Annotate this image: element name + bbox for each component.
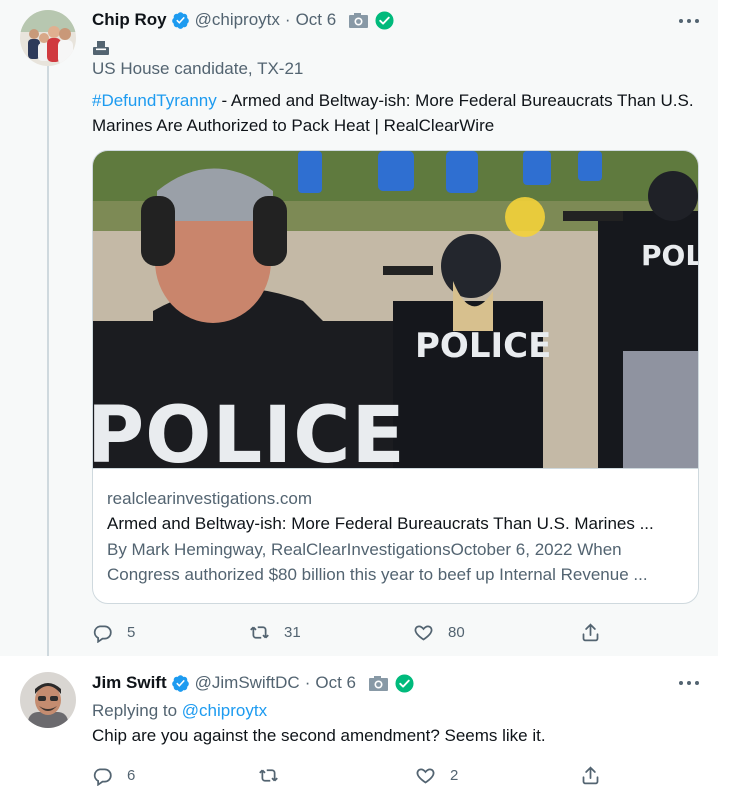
retweet-count: 31 [284, 623, 301, 641]
share-icon [582, 765, 599, 784]
reply-icon [93, 768, 112, 786]
thread-connector-line [47, 66, 49, 660]
police-badge-foreground: POLICE [93, 391, 406, 469]
reply-count: 5 [127, 623, 136, 641]
reply-count: 6 [127, 766, 136, 784]
reply-icon [93, 625, 112, 643]
tweet-actions: 5 31 80 [92, 620, 612, 644]
replying-mention-link[interactable]: @chiproytx [182, 701, 267, 720]
author-handle[interactable]: @chiproytx [195, 10, 280, 30]
card-description: By Mark Hemingway, RealClearInvestigatio… [107, 540, 648, 584]
tweet-header: Jim Swift @JimSwiftDC · Oct 6 [92, 671, 414, 695]
government-check-icon [395, 673, 414, 693]
tweet-text: Chip are you against the second amendmen… [92, 726, 546, 745]
card-title: Armed and Beltway-ish: More Federal Bure… [107, 514, 654, 533]
separator-dot: · [304, 673, 311, 692]
share-button[interactable] [580, 763, 615, 787]
avatar-jim-swift[interactable] [20, 672, 76, 728]
link-card[interactable]: POLICE POLICE POLICE realclearinvestigat… [92, 150, 699, 604]
share-button[interactable] [580, 620, 615, 644]
more-icon[interactable] [679, 680, 699, 686]
author-handle[interactable]: @JimSwiftDC [195, 673, 300, 693]
government-check-icon [375, 10, 394, 30]
camera-icon [369, 675, 389, 691]
police-badge-middle: POLICE [415, 326, 552, 366]
avatar-photo-family [20, 10, 76, 66]
tweet-header: Chip Roy @chiproytx · Oct 6 [92, 8, 394, 32]
retweet-icon [259, 768, 278, 782]
separator-dot: · [284, 10, 291, 29]
like-button[interactable]: 2 [415, 763, 458, 787]
tweet-date[interactable]: Oct 6 [296, 10, 337, 30]
more-icon[interactable] [679, 18, 699, 24]
verified-badge-icon [171, 674, 189, 692]
police-badge-right: POLICE [641, 239, 698, 272]
reply-button[interactable]: 6 [92, 763, 135, 787]
tweet-actions: 6 2 [92, 763, 612, 787]
reply-button[interactable]: 5 [92, 620, 135, 644]
heart-icon [416, 767, 435, 784]
author-name[interactable]: Jim Swift [92, 673, 167, 693]
verified-badge-icon [171, 11, 189, 29]
retweet-button[interactable] [258, 763, 293, 787]
retweet-button[interactable]: 31 [249, 620, 301, 644]
like-count: 80 [448, 623, 465, 641]
retweet-icon [250, 625, 269, 639]
avatar-photo-person [20, 672, 76, 728]
ballot-box-icon [93, 41, 109, 55]
share-icon [582, 622, 599, 641]
camera-icon [349, 12, 369, 28]
card-body: realclearinvestigations.com Armed and Be… [107, 487, 687, 587]
tweet-text: #DefundTyranny - Armed and Beltway-ish: … [92, 88, 704, 138]
card-domain: realclearinvestigations.com [107, 489, 313, 508]
replying-to: Replying to @chiproytx [92, 701, 267, 721]
avatar-chip-roy[interactable] [20, 10, 76, 66]
tweet-date[interactable]: Oct 6 [315, 673, 356, 693]
candidate-label: US House candidate, TX-21 [92, 59, 304, 78]
card-image-police-range[interactable]: POLICE POLICE POLICE [93, 151, 698, 469]
hashtag-link[interactable]: #DefundTyranny [92, 91, 217, 110]
author-name[interactable]: Chip Roy [92, 10, 167, 30]
heart-icon [414, 624, 433, 641]
like-button[interactable]: 80 [413, 620, 465, 644]
like-count: 2 [450, 766, 459, 784]
replying-label: Replying to [92, 701, 178, 720]
